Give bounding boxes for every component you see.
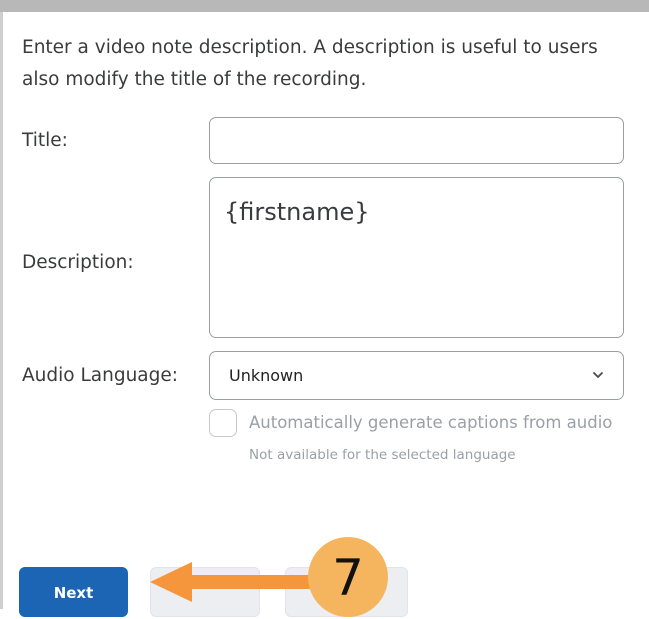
arrow-left-icon: [150, 562, 315, 602]
intro-line-2: also modify the title of the recording.: [22, 69, 367, 90]
description-label: Description:: [22, 252, 134, 273]
intro-line-1: Enter a video note description. A descri…: [22, 37, 598, 58]
next-button[interactable]: Next: [19, 567, 128, 617]
captions-hint: Not available for the selected language: [249, 447, 516, 463]
audio-language-label: Audio Language:: [22, 365, 178, 386]
description-value: {firstname}: [224, 198, 370, 226]
description-textarea[interactable]: {firstname}: [209, 177, 624, 338]
captions-label: Automatically generate captions from aud…: [249, 413, 613, 432]
top-bar: [0, 0, 649, 12]
dialog-left-border: [0, 12, 3, 609]
audio-language-select[interactable]: Unknown: [209, 351, 624, 400]
step-badge: 7: [308, 537, 388, 617]
title-input[interactable]: [209, 117, 624, 164]
intro-text: Enter a video note description. A descri…: [22, 32, 649, 96]
chevron-down-icon: [593, 372, 603, 378]
audio-language-value: Unknown: [229, 366, 304, 385]
title-label: Title:: [22, 130, 68, 151]
captions-checkbox[interactable]: [209, 409, 237, 437]
